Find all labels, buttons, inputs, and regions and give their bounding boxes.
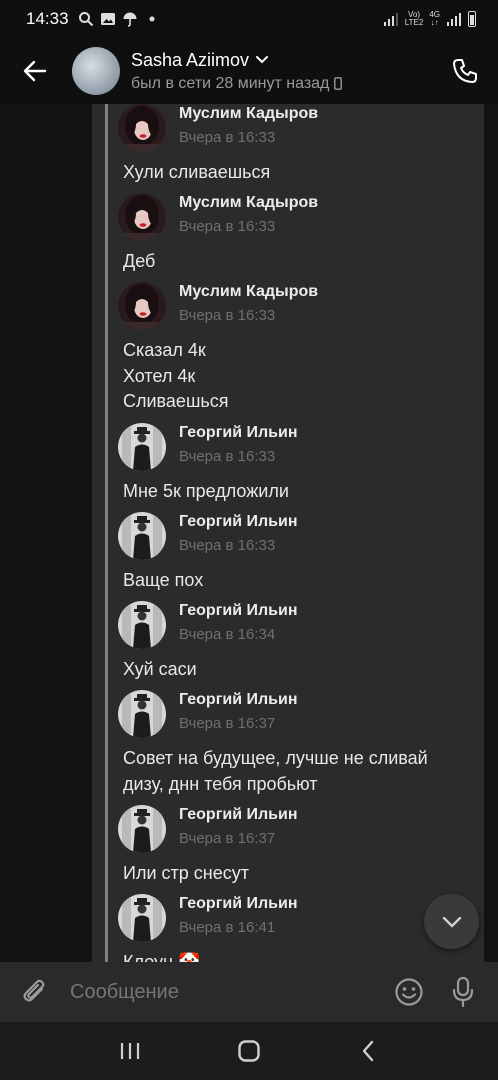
forwarded-message[interactable]: Георгий Ильин Вчера в 16:33 Мне 5к предлож…: [118, 423, 488, 505]
message-time: Вчера в 16:33: [179, 537, 276, 554]
signal-icon-2: [447, 13, 461, 26]
scroll-down-button[interactable]: [424, 894, 479, 949]
message-line: Совет на будущее, лучше не сливай: [123, 748, 428, 768]
dot-icon: [149, 16, 155, 22]
message-line: Сказал 4к: [123, 340, 206, 360]
system-back-button[interactable]: [338, 1026, 398, 1076]
forwarded-message[interactable]: Муслим Кадыров Вчера в 16:33 Сказал 4к Хоте…: [118, 282, 488, 415]
forwarded-message[interactable]: Георгий Ильин Вчера в 16:37 Или стр снесут: [118, 805, 488, 887]
message-text: Или стр снесут: [123, 861, 488, 887]
author-avatar[interactable]: [118, 512, 166, 560]
status-time: 14:33: [26, 9, 69, 28]
author-name[interactable]: Муслим Кадыров: [179, 282, 318, 302]
message-time: Вчера в 16:37: [179, 830, 276, 847]
message-line: Ваще пох: [123, 570, 204, 590]
paperclip-icon: [23, 979, 45, 1002]
forwarded-message[interactable]: Муслим Кадыров Вчера в 16:33 Хули сливаешь…: [118, 104, 488, 186]
message-text: Ваще пох: [123, 568, 488, 594]
author-name[interactable]: Георгий Ильин: [179, 423, 297, 443]
message-line: Хотел 4к: [123, 365, 196, 386]
message-line: Хуй саси: [123, 659, 197, 679]
back-button[interactable]: [0, 38, 70, 104]
battery-icon: [468, 11, 476, 27]
peer-status: был в сети 28 минут назад: [131, 74, 330, 92]
author-avatar[interactable]: [118, 601, 166, 649]
author-avatar[interactable]: [118, 104, 166, 152]
message-text: Хули сливаешься: [123, 160, 488, 186]
peer-name: Sasha Aziimov: [131, 49, 250, 70]
emoji-button[interactable]: [382, 962, 436, 1022]
chevron-down-icon: [256, 56, 269, 64]
message-time: Вчера в 16:33: [179, 448, 276, 465]
data-indicator: 4G ↓↑: [429, 10, 440, 27]
home-icon: [238, 1040, 260, 1062]
recent-apps-icon: [120, 1043, 139, 1059]
author-name[interactable]: Георгий Ильин: [179, 690, 297, 710]
signal-icon: [383, 13, 398, 26]
author-avatar[interactable]: [118, 894, 166, 942]
message-text: Хуй саси: [123, 657, 488, 683]
back-chevron-icon: [363, 1040, 374, 1062]
message-text: Деб: [123, 249, 488, 275]
quote-bar: [105, 104, 108, 962]
arrow-left-icon: [23, 60, 47, 82]
smiley-icon: [395, 978, 423, 1006]
message-line: Клоун 🤡: [123, 952, 201, 962]
chat-header: Sasha Aziimov был в сети 28 минут назад: [0, 38, 498, 104]
message-text: Клоун 🤡: [123, 950, 488, 962]
author-name[interactable]: Муслим Кадыров: [179, 104, 318, 124]
chevron-down-icon: [442, 916, 461, 927]
attach-button[interactable]: [0, 962, 70, 1022]
author-name[interactable]: Георгий Ильин: [179, 894, 297, 914]
author-name[interactable]: Муслим Кадыров: [179, 193, 318, 213]
message-time: Вчера в 16:41: [179, 919, 276, 936]
call-button[interactable]: [432, 38, 498, 104]
message-time: Вчера в 16:33: [179, 129, 276, 146]
voice-message-button[interactable]: [436, 962, 490, 1022]
author-name[interactable]: Георгий Ильин: [179, 601, 297, 621]
message-text: Сказал 4к Хотел 4к Сливаешься: [123, 338, 488, 415]
message-line: Мне 5к предложили: [123, 481, 289, 501]
volte-indicator: Vo) LTE2: [404, 10, 424, 27]
author-name[interactable]: Георгий Ильин: [179, 805, 297, 825]
microphone-icon: [452, 976, 474, 1008]
forwarded-message[interactable]: Георгий Ильин Вчера в 16:37 Совет на будущ…: [118, 690, 488, 797]
author-name[interactable]: Георгий Ильин: [179, 512, 297, 532]
phone-icon: [453, 59, 477, 83]
message-line: Хули сливаешься: [123, 162, 271, 182]
system-nav-bar: [0, 1022, 498, 1080]
author-avatar[interactable]: [118, 193, 166, 241]
message-history[interactable]: Муслим Кадыров Вчера в 16:33 Хули сливаешь…: [0, 104, 498, 962]
message-composer: [0, 962, 498, 1022]
search-icon: [78, 12, 93, 27]
forwarded-message[interactable]: Муслим Кадыров Вчера в 16:33 Деб: [118, 193, 488, 275]
peer-info[interactable]: Sasha Aziimov был в сети 28 минут назад: [131, 49, 343, 93]
message-line: Деб: [123, 251, 156, 271]
message-text: Мне 5к предложили: [123, 479, 488, 505]
home-button[interactable]: [219, 1026, 279, 1076]
message-line: Сливаешься: [123, 391, 229, 411]
message-time: Вчера в 16:34: [179, 626, 276, 643]
message-time: Вчера в 16:33: [179, 307, 276, 324]
message-time: Вчера в 16:33: [179, 218, 276, 235]
author-avatar[interactable]: [118, 805, 166, 853]
forwarded-message[interactable]: Георгий Ильин Вчера в 16:34 Хуй саси: [118, 601, 488, 683]
gallery-icon: [100, 13, 115, 25]
message-text: Совет на будущее, лучше не сливай дизу, д…: [123, 746, 488, 797]
message-line: Или стр снесут: [123, 863, 249, 883]
mobile-device-icon: [334, 77, 343, 90]
weather-icon: [123, 12, 137, 27]
author-avatar[interactable]: [118, 282, 166, 330]
forwarded-message[interactable]: Георгий Ильин Вчера в 16:33 Ваще пох: [118, 512, 488, 594]
recent-apps-button[interactable]: [100, 1026, 160, 1076]
peer-avatar[interactable]: [72, 47, 120, 95]
message-time: Вчера в 16:37: [179, 715, 276, 732]
status-bar: 14:33 Vo) LTE2 4G ↓↑: [0, 0, 498, 38]
message-input[interactable]: [70, 980, 382, 1004]
author-avatar[interactable]: [118, 423, 166, 471]
author-avatar[interactable]: [118, 690, 166, 738]
message-line: дизу, днн тебя пробьют: [123, 773, 318, 794]
